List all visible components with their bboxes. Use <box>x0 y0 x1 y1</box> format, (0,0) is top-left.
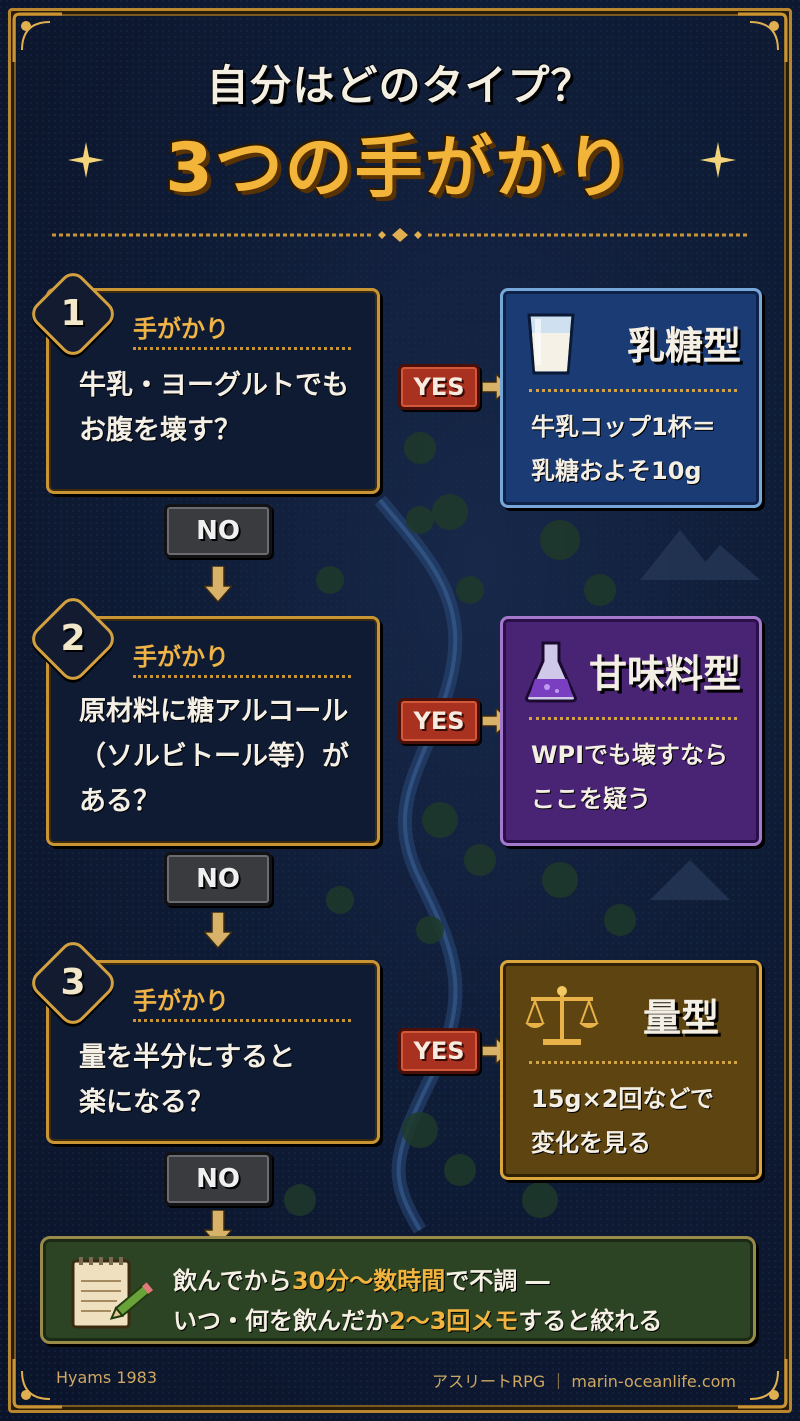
no-badge: NO <box>164 1152 272 1206</box>
result-title: 甘味料型 <box>588 652 741 696</box>
arrow-down-icon <box>204 912 232 948</box>
flask-icon <box>525 641 577 703</box>
credit-text: アスリートRPG ｜ marin-oceanlife.com <box>432 1372 736 1391</box>
corner-ornament-icon <box>734 1355 790 1411</box>
no-badge: NO <box>164 852 272 906</box>
scale-icon <box>525 986 599 1045</box>
result-card-sweetener: 甘味料型 WPIでも壊すなら ここを疑う <box>500 616 762 846</box>
question-line: 量を半分にすると <box>79 1042 296 1073</box>
dotted-divider <box>133 675 351 678</box>
step-number: 3 <box>60 962 86 1003</box>
notepad-pencil-icon <box>71 1257 154 1329</box>
question-text: 量を半分にすると 楽になる？ <box>79 1035 363 1125</box>
result-card-lactose: 乳糖型 牛乳コップ1杯＝ 乳糖およそ10g <box>500 288 762 508</box>
yes-badge: YES <box>398 698 480 744</box>
dotted-divider <box>133 347 351 350</box>
question-text: 原材料に糖アルコール （ソルビトール等）が ある？ <box>79 689 363 824</box>
result-line: WPIでも壊すなら <box>531 741 728 769</box>
milk-glass-icon <box>527 313 575 375</box>
source-citation: Hyams 1983 <box>56 1368 158 1387</box>
note-line-2: いつ・何を飲んだか2〜3回メモすると絞れる <box>173 1307 663 1335</box>
header-divider <box>52 228 748 242</box>
question-line: （ソルビトール等）が <box>79 741 349 772</box>
clue-label: 手がかり <box>133 315 229 343</box>
result-title: 乳糖型 <box>626 324 741 368</box>
step-number: 2 <box>60 618 86 659</box>
question-text: 牛乳・ヨーグルトでも お腹を壊す？ <box>79 363 363 453</box>
arrow-down-icon <box>204 566 232 602</box>
result-line: ここを疑う <box>531 785 651 813</box>
sparkle-icon <box>700 142 736 178</box>
step-number: 1 <box>60 293 86 334</box>
yes-badge: YES <box>398 364 480 410</box>
result-title: 量型 <box>642 996 719 1040</box>
clue-label: 手がかり <box>133 987 229 1015</box>
question-line: 原材料に糖アルコール <box>79 696 349 727</box>
question-line: お腹を壊す？ <box>79 415 241 446</box>
result-line: 乳糖およそ10g <box>531 457 702 485</box>
question-line: 楽になる？ <box>79 1087 214 1118</box>
result-line: 変化を見る <box>531 1129 651 1157</box>
result-line: 牛乳コップ1杯＝ <box>531 413 716 441</box>
question-line: ある？ <box>79 786 160 817</box>
page-subtitle: 自分はどのタイプ？ <box>206 61 594 110</box>
page-title: 3つの手がかり <box>165 129 635 208</box>
infographic-page: 自分はどのタイプ？ 3つの手がかり 手がかり 牛乳・ヨーグルトでも お腹を壊す？… <box>0 0 800 1421</box>
result-description: WPIでも壊すなら ここを疑う <box>531 733 749 821</box>
note-line-1: 飲んでから30分〜数時間で不調 ― <box>173 1267 550 1295</box>
yes-badge: YES <box>398 1028 480 1074</box>
memo-note-box: 飲んでから30分〜数時間で不調 ― いつ・何を飲んだか2〜3回メモすると絞れる <box>40 1236 756 1344</box>
dotted-divider <box>529 389 737 392</box>
sparkle-icon <box>68 142 104 178</box>
result-description: 15g×2回などで 変化を見る <box>531 1077 749 1165</box>
result-description: 牛乳コップ1杯＝ 乳糖およそ10g <box>531 405 749 493</box>
result-card-amount: 量型 15g×2回などで 変化を見る <box>500 960 762 1180</box>
dotted-divider <box>529 1061 737 1064</box>
dotted-divider <box>529 717 737 720</box>
no-badge: NO <box>164 504 272 558</box>
question-line: 牛乳・ヨーグルトでも <box>79 370 349 401</box>
result-line: 15g×2回などで <box>531 1085 714 1113</box>
dotted-divider <box>133 1019 351 1022</box>
clue-label: 手がかり <box>133 643 229 671</box>
